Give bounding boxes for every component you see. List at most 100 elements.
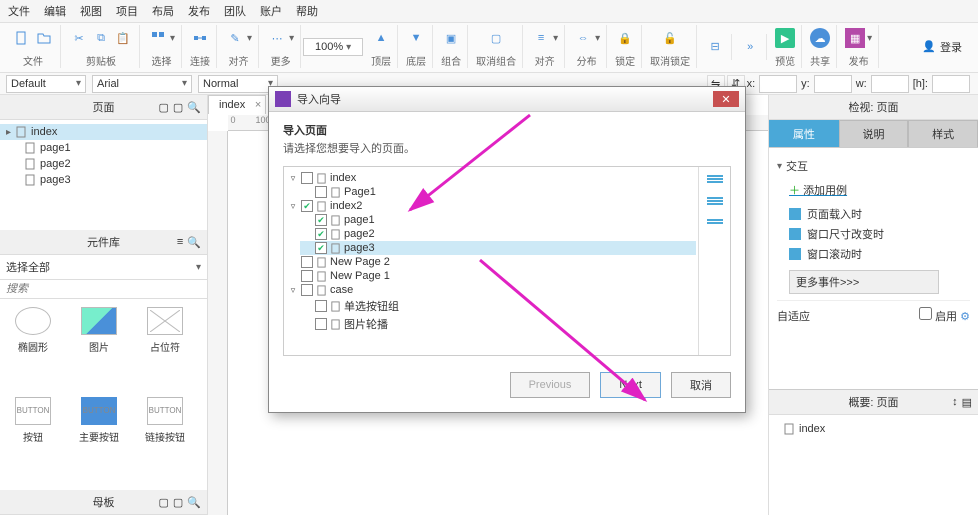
- tree-checkbox[interactable]: ✔: [315, 242, 327, 254]
- tree-checkbox[interactable]: [301, 270, 313, 282]
- dialog-close-button[interactable]: ✕: [713, 91, 739, 107]
- unlock-icon[interactable]: 🔓: [660, 28, 680, 48]
- page-tree-item[interactable]: page2: [0, 156, 207, 172]
- cancel-button[interactable]: 取消: [671, 372, 731, 398]
- coord-w-input[interactable]: [871, 75, 909, 93]
- add-page-icon[interactable]: ▢: [158, 101, 168, 114]
- lib-search-icon[interactable]: 🔍: [187, 236, 201, 249]
- canvas-tab[interactable]: index×: [208, 95, 266, 114]
- tab-style[interactable]: 样式: [908, 120, 978, 147]
- import-tree-item[interactable]: Page1: [300, 185, 696, 199]
- coord-y-input[interactable]: [814, 75, 852, 93]
- widget-link[interactable]: BUTTON链接按钮: [134, 397, 196, 483]
- copy-icon[interactable]: ⧉: [91, 28, 111, 48]
- widget-placeholder[interactable]: 占位符: [134, 307, 196, 393]
- menu-project[interactable]: 项目: [116, 3, 138, 19]
- add-master-folder-icon[interactable]: ▢: [173, 496, 183, 509]
- interaction-section[interactable]: ▾交互: [777, 154, 970, 178]
- import-tree-item[interactable]: 图片轮播: [300, 315, 696, 333]
- search-icon[interactable]: 🔍: [187, 101, 201, 114]
- tree-checkbox[interactable]: ✔: [315, 228, 327, 240]
- outline-item[interactable]: index: [777, 421, 970, 437]
- open-file-icon[interactable]: [34, 28, 54, 48]
- menu-publish[interactable]: 发布: [188, 3, 210, 19]
- more-events-select[interactable]: 更多事件>>>: [789, 270, 939, 294]
- enable-checkbox[interactable]: [919, 307, 932, 320]
- import-tree-item[interactable]: ▿✔index2: [286, 199, 696, 213]
- close-tab-icon[interactable]: ×: [255, 99, 261, 111]
- widget-ellipse[interactable]: 椭圆形: [2, 307, 64, 393]
- ungroup-icon[interactable]: ▢: [486, 28, 506, 48]
- adaptive-settings-icon[interactable]: ⚙: [960, 311, 970, 323]
- event-pageload[interactable]: 页面载入时: [777, 204, 970, 224]
- import-tree-item[interactable]: ▿index: [286, 171, 696, 185]
- login-button[interactable]: 👤 登录: [912, 39, 972, 55]
- bring-front-icon[interactable]: ▲: [371, 28, 391, 48]
- more-icon[interactable]: ⋯: [267, 28, 287, 48]
- library-search-input[interactable]: [6, 283, 201, 295]
- paste-icon[interactable]: 📋: [113, 28, 133, 48]
- menu-team[interactable]: 团队: [224, 3, 246, 19]
- align-icon[interactable]: ≡: [531, 28, 551, 48]
- page-tree-item[interactable]: page3: [0, 172, 207, 188]
- menu-account[interactable]: 账户: [260, 3, 282, 19]
- import-tree-item[interactable]: New Page 2: [286, 255, 696, 269]
- import-tree-item[interactable]: ✔page2: [300, 227, 696, 241]
- import-tree-item[interactable]: New Page 1: [286, 269, 696, 283]
- uncheck-all-icon[interactable]: [707, 197, 723, 209]
- widget-primary[interactable]: BUTTON主要按钮: [68, 397, 130, 483]
- publish-icon[interactable]: ▦: [845, 28, 865, 48]
- zoom-input[interactable]: 100% ▾: [303, 38, 363, 56]
- import-tree-item[interactable]: ✔page1: [300, 213, 696, 227]
- next-button[interactable]: Next: [600, 372, 661, 398]
- import-tree-item[interactable]: ✔page3: [300, 241, 696, 255]
- add-folder-icon[interactable]: ▢: [173, 101, 183, 114]
- connect-icon[interactable]: [190, 28, 210, 48]
- menu-view[interactable]: 视图: [80, 3, 102, 19]
- menu-layout[interactable]: 布局: [152, 3, 174, 19]
- library-selector[interactable]: 选择全部▾: [0, 255, 207, 280]
- add-master-icon[interactable]: ▢: [158, 496, 168, 509]
- style-select[interactable]: Default ▾: [6, 75, 86, 93]
- ruler-icon[interactable]: ⊟: [705, 37, 725, 57]
- add-case-link[interactable]: ＋ 添加用例: [789, 182, 847, 198]
- menu-edit[interactable]: 编辑: [44, 3, 66, 19]
- menu-help[interactable]: 帮助: [296, 3, 318, 19]
- cut-icon[interactable]: ✂: [69, 28, 89, 48]
- coord-x-input[interactable]: [759, 75, 797, 93]
- chevron-down-icon[interactable]: ▾: [247, 33, 252, 44]
- caret-icon[interactable]: ▸: [6, 127, 11, 138]
- group-icon[interactable]: ▣: [441, 28, 461, 48]
- lock-icon[interactable]: 🔒: [615, 28, 635, 48]
- previous-button[interactable]: Previous: [510, 372, 591, 398]
- lib-menu-icon[interactable]: ≡: [177, 236, 183, 249]
- widget-button[interactable]: BUTTON按钮: [2, 397, 64, 483]
- library-search[interactable]: [0, 280, 207, 299]
- font-select[interactable]: Arial ▾: [92, 75, 192, 93]
- dialog-titlebar[interactable]: 导入向导 ✕: [269, 87, 745, 112]
- tree-checkbox[interactable]: [315, 318, 327, 330]
- tree-checkbox[interactable]: ✔: [301, 200, 313, 212]
- select-icon[interactable]: [148, 28, 168, 48]
- tab-notes[interactable]: 说明: [839, 120, 909, 147]
- more-tools-icon[interactable]: »: [740, 37, 760, 57]
- tree-checkbox[interactable]: [301, 256, 313, 268]
- check-all-icon[interactable]: [707, 175, 723, 187]
- pen-icon[interactable]: ✎: [225, 28, 245, 48]
- tree-checkbox[interactable]: ✔: [315, 214, 327, 226]
- weight-select[interactable]: Normal ▾: [198, 75, 278, 93]
- import-tree-item[interactable]: 单选按钮组: [300, 297, 696, 315]
- import-tree-item[interactable]: ▿case: [286, 283, 696, 297]
- coord-h-input[interactable]: [932, 75, 970, 93]
- new-file-icon[interactable]: [12, 28, 32, 48]
- event-scroll[interactable]: 窗口滚动时: [777, 244, 970, 264]
- master-search-icon[interactable]: 🔍: [187, 496, 201, 509]
- page-tree-item[interactable]: page1: [0, 140, 207, 156]
- widget-image[interactable]: 图片: [68, 307, 130, 393]
- tree-checkbox[interactable]: [301, 284, 313, 296]
- expand-all-icon[interactable]: [707, 219, 723, 231]
- share-icon[interactable]: ☁: [810, 28, 830, 48]
- outline-sort-icon[interactable]: ↕: [952, 396, 958, 409]
- tree-checkbox[interactable]: [315, 186, 327, 198]
- send-back-icon[interactable]: ▼: [406, 28, 426, 48]
